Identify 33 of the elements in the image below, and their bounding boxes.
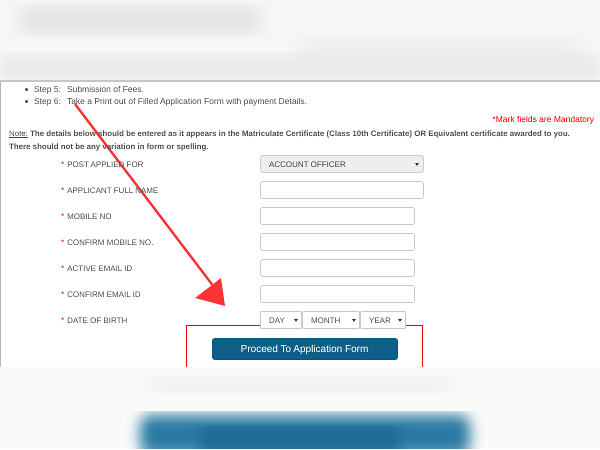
caret-icon xyxy=(352,318,356,322)
input-field[interactable] xyxy=(260,181,424,199)
required-mark: * xyxy=(61,290,64,298)
step-label: Step 5: xyxy=(34,84,61,94)
step-label: Step 6: xyxy=(34,96,61,106)
input-field[interactable] xyxy=(260,233,415,251)
required-mark: * xyxy=(61,238,64,246)
dropdown[interactable]: DAY xyxy=(260,311,302,329)
caret-icon xyxy=(415,162,419,166)
required-mark: * xyxy=(61,316,64,324)
required-mark: * xyxy=(61,186,64,194)
dropdown[interactable]: ACCOUNT OFFICER xyxy=(260,155,424,173)
field-label: ACTIVE EMAIL ID xyxy=(67,264,132,272)
field-label: CONFIRM MOBILE NO. xyxy=(67,238,154,246)
field-label: MOBILE NO xyxy=(67,212,112,220)
field-label: CONFIRM EMAIL ID xyxy=(67,290,141,298)
dropdown[interactable]: MONTH xyxy=(302,311,360,329)
dropdown[interactable]: YEAR xyxy=(360,311,406,329)
required-mark: * xyxy=(61,160,64,168)
required-mark: * xyxy=(61,264,64,272)
step-text: Submission of Fees. xyxy=(66,84,144,94)
required-mark: * xyxy=(61,212,64,220)
bullet-icon xyxy=(25,100,28,102)
caret-icon xyxy=(398,318,402,322)
proceed-button[interactable]: Proceed To Application Form xyxy=(212,338,398,360)
input-field[interactable] xyxy=(260,259,415,277)
bullet-icon xyxy=(25,88,28,90)
step-text: Take a Print out of Filled Application Form with payment Details. xyxy=(66,96,307,106)
caret-icon xyxy=(294,318,298,322)
input-field[interactable] xyxy=(260,285,415,303)
mandatory-note: *Mark fields are Mandatory xyxy=(492,114,594,124)
input-field[interactable] xyxy=(260,207,415,225)
field-label: DATE OF BIRTH xyxy=(67,316,128,324)
